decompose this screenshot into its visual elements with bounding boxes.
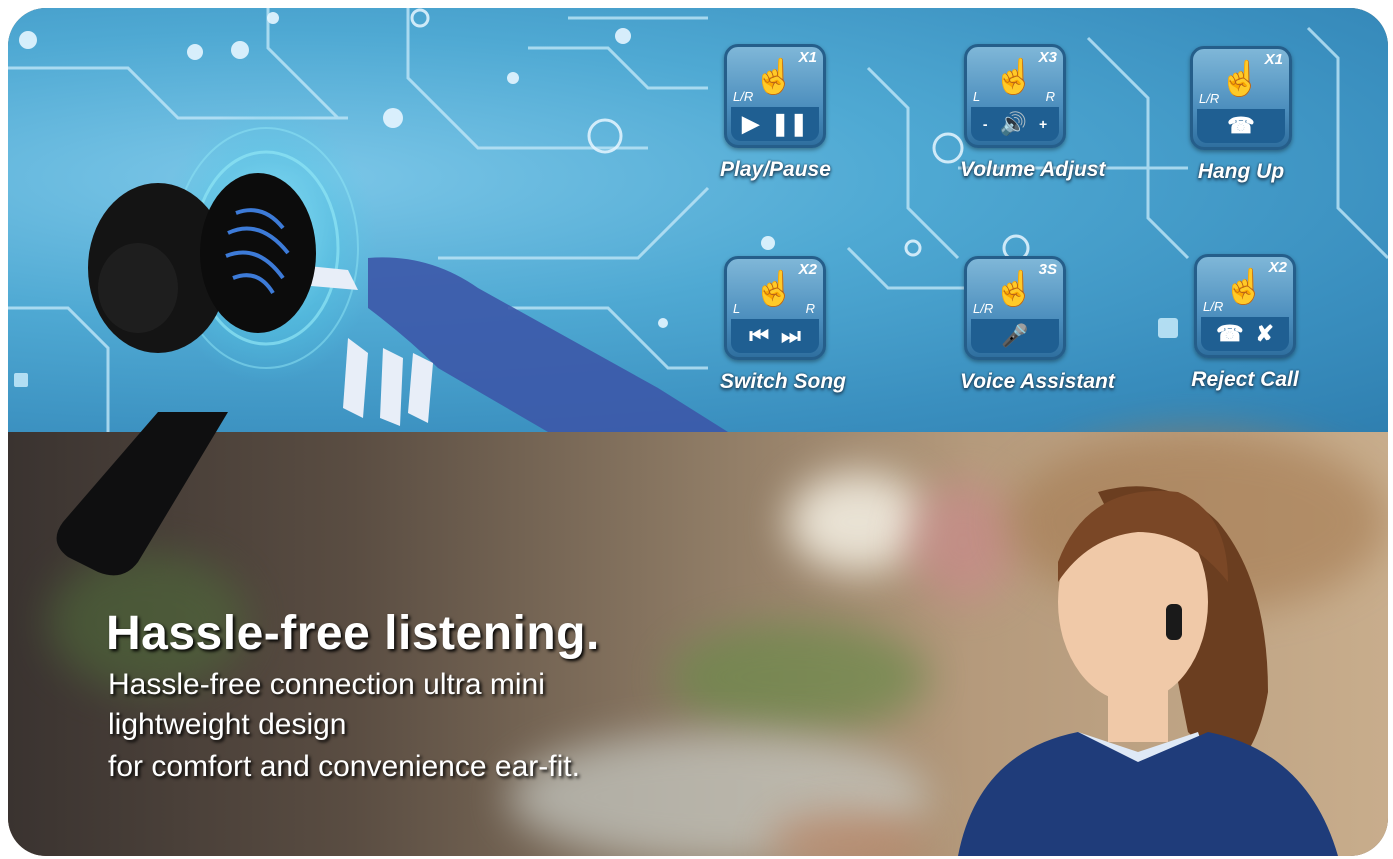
tap-count: 3S xyxy=(1038,261,1057,278)
control-label: Play/Pause xyxy=(720,158,831,181)
subtext-line-3: for comfort and convenience ear-fit. xyxy=(108,750,580,783)
volume-icon: - 🔊 + xyxy=(971,107,1059,141)
headline: Hassle-free listening. xyxy=(106,607,600,660)
touch-hand-icon: ☝ xyxy=(993,58,1036,96)
switch-song-tile: ☝ X2 L R ⏮ ⏭ xyxy=(724,256,826,360)
control-hang-up: ☝ X1 L/R ☎ Hang Up xyxy=(1186,46,1296,184)
microphone-icon: 🎤 xyxy=(971,319,1059,353)
tap-count: X3 xyxy=(1038,49,1057,66)
side-left-label: L xyxy=(973,89,981,104)
touch-hand-icon: ☝ xyxy=(993,270,1036,308)
control-label: Voice Assistant xyxy=(960,370,1115,393)
touch-hand-icon: ☝ xyxy=(753,58,796,96)
subtext-line-2: lightweight design xyxy=(108,708,347,741)
phone-icon: ☎ xyxy=(1197,109,1285,143)
subtext-line-1: Hassle-free connection ultra mini xyxy=(108,668,545,701)
control-label: Hang Up xyxy=(1197,160,1285,183)
tap-count: X2 xyxy=(1268,259,1287,276)
control-reject-call: ☝ X2 L/R ☎ ✘ Reject Call xyxy=(1190,254,1300,392)
control-label: Switch Song xyxy=(720,370,846,393)
side-right-label: R xyxy=(1045,89,1055,104)
control-voice-assistant: ☝ 3S L/R 🎤 Voice Assistant xyxy=(960,256,1115,394)
control-switch-song: ☝ X2 L R ⏮ ⏭ Switch Song xyxy=(720,256,846,394)
tap-count: X2 xyxy=(798,261,817,278)
touch-hand-icon: ☝ xyxy=(753,270,796,308)
reject-call-tile: ☝ X2 L/R ☎ ✘ xyxy=(1194,254,1296,358)
product-banner: ☝ X1 L/R ▶ ❚❚ Play/Pause ☝ X3 L R - 🔊 + xyxy=(8,8,1388,856)
touch-hand-icon: ☝ xyxy=(1223,268,1266,306)
side-left-label: L/R xyxy=(1203,299,1224,314)
voice-assistant-tile: ☝ 3S L/R 🎤 xyxy=(964,256,1066,360)
tap-count: X1 xyxy=(798,49,817,66)
hang-up-tile: ☝ X1 L/R ☎ xyxy=(1190,46,1292,150)
touch-hand-icon: ☝ xyxy=(1219,60,1262,98)
play-pause-icon: ▶ ❚❚ xyxy=(731,107,819,141)
play-pause-tile: ☝ X1 L/R ▶ ❚❚ xyxy=(724,44,826,148)
side-left-label: L/R xyxy=(733,89,754,104)
skip-icon: ⏮ ⏭ xyxy=(731,319,819,353)
side-left-label: L/R xyxy=(1199,91,1220,106)
woman-wearing-earbud xyxy=(958,486,1338,856)
control-label: Volume Adjust xyxy=(960,158,1106,181)
side-right-label: R xyxy=(805,301,815,316)
earbud-icon xyxy=(1166,604,1182,640)
reject-call-icon: ☎ ✘ xyxy=(1201,317,1289,351)
volume-tile: ☝ X3 L R - 🔊 + xyxy=(964,44,1066,148)
control-volume-adjust: ☝ X3 L R - 🔊 + Volume Adjust xyxy=(960,44,1106,182)
earbud-body xyxy=(88,173,316,353)
control-play-pause: ☝ X1 L/R ▶ ❚❚ Play/Pause xyxy=(720,44,831,182)
control-label: Reject Call xyxy=(1191,368,1299,391)
side-left-label: L/R xyxy=(973,301,994,316)
side-left-label: L xyxy=(733,301,741,316)
tap-count: X1 xyxy=(1264,51,1283,68)
